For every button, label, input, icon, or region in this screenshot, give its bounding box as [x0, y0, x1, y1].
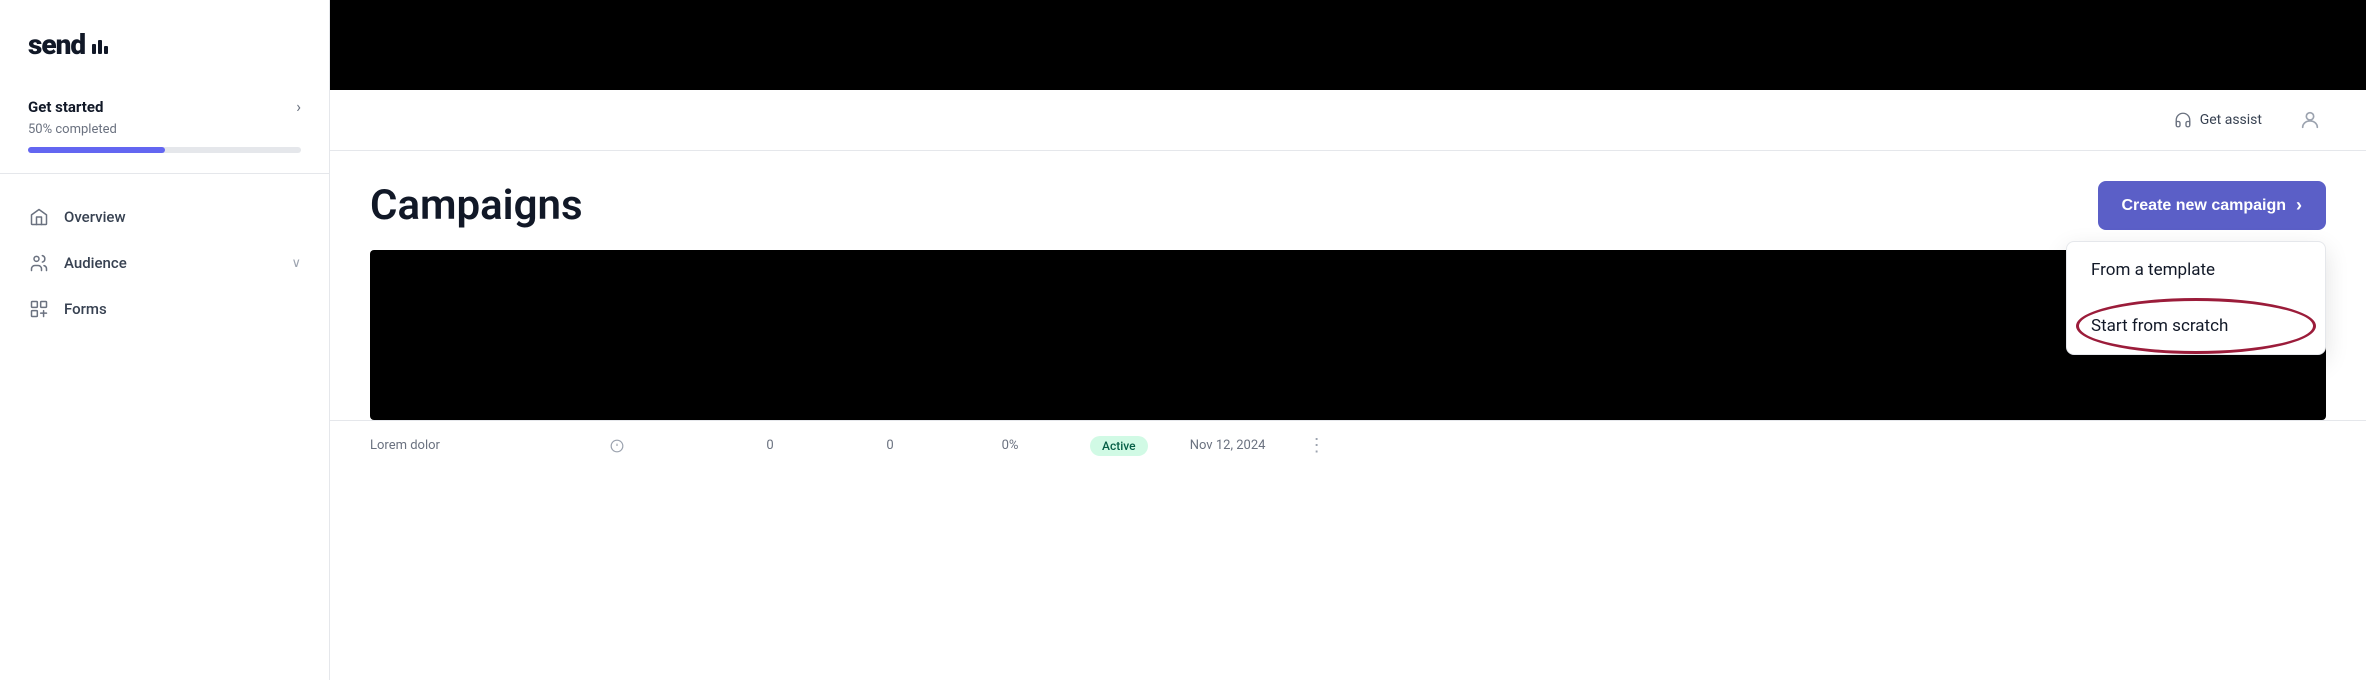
create-campaign-button[interactable]: Create new campaign ›: [2098, 181, 2327, 230]
logo-area: send: [0, 0, 329, 81]
audience-chevron-icon: ∨: [291, 256, 301, 271]
get-assist-button[interactable]: Get assist: [2162, 105, 2274, 135]
sidebar-nav: Overview Audience ∨: [0, 174, 329, 680]
dropdown-item-start-scratch[interactable]: Start from scratch: [2067, 298, 2325, 354]
top-banner: [330, 0, 2366, 90]
main-content: Get assist Campaigns Create new campaign…: [330, 0, 2366, 680]
table-row: Lorem dolor 0 0 0% Active Nov 12, 2024 ⋮: [330, 420, 2366, 470]
table-cell-name: Lorem dolor: [370, 438, 570, 453]
create-campaign-label: Create new campaign: [2122, 197, 2287, 215]
progress-bar-fill: [28, 147, 165, 153]
table-cell-col4: 0%: [970, 438, 1050, 453]
table-cell-date: Nov 12, 2024: [1188, 438, 1268, 453]
table-cell-icon: [610, 439, 690, 453]
campaigns-area: Campaigns Create new campaign › From a t…: [330, 151, 2366, 250]
get-started-section[interactable]: Get started › 50% completed: [0, 81, 329, 174]
create-campaign-chevron-icon: ›: [2296, 195, 2302, 216]
sidebar-item-overview[interactable]: Overview: [0, 194, 329, 240]
headset-icon: [2174, 111, 2192, 129]
table-cell-col3: 0: [850, 438, 930, 453]
sidebar: send Get started › 50% completed: [0, 0, 330, 680]
user-profile-button[interactable]: [2294, 104, 2326, 136]
get-started-title: Get started: [28, 98, 103, 116]
content-black-section: [370, 250, 2326, 420]
sidebar-item-overview-label: Overview: [64, 208, 301, 226]
get-started-subtitle: 50% completed: [28, 122, 301, 137]
forms-icon: [28, 298, 50, 320]
page-title: Campaigns: [370, 181, 583, 230]
sidebar-item-audience[interactable]: Audience ∨: [0, 240, 329, 286]
start-from-scratch-label: Start from scratch: [2091, 316, 2228, 336]
get-assist-label: Get assist: [2200, 112, 2262, 128]
sidebar-item-audience-label: Audience: [64, 254, 277, 272]
logo-bars-icon: [92, 40, 108, 54]
status-badge: Active: [1090, 436, 1148, 456]
more-options-icon[interactable]: ⋮: [1308, 435, 1326, 456]
header-bar: Get assist: [330, 90, 2366, 151]
sidebar-item-forms[interactable]: Forms: [0, 286, 329, 332]
dropdown-item-from-template[interactable]: From a template: [2067, 242, 2325, 298]
create-campaign-dropdown: From a template Start from scratch: [2066, 241, 2326, 355]
get-started-chevron-icon[interactable]: ›: [296, 97, 301, 116]
progress-bar: [28, 147, 301, 153]
sidebar-item-forms-label: Forms: [64, 300, 301, 318]
audience-icon: [28, 252, 50, 274]
home-icon: [28, 206, 50, 228]
logo-text: send: [28, 28, 108, 61]
table-cell-col2: 0: [730, 438, 810, 453]
